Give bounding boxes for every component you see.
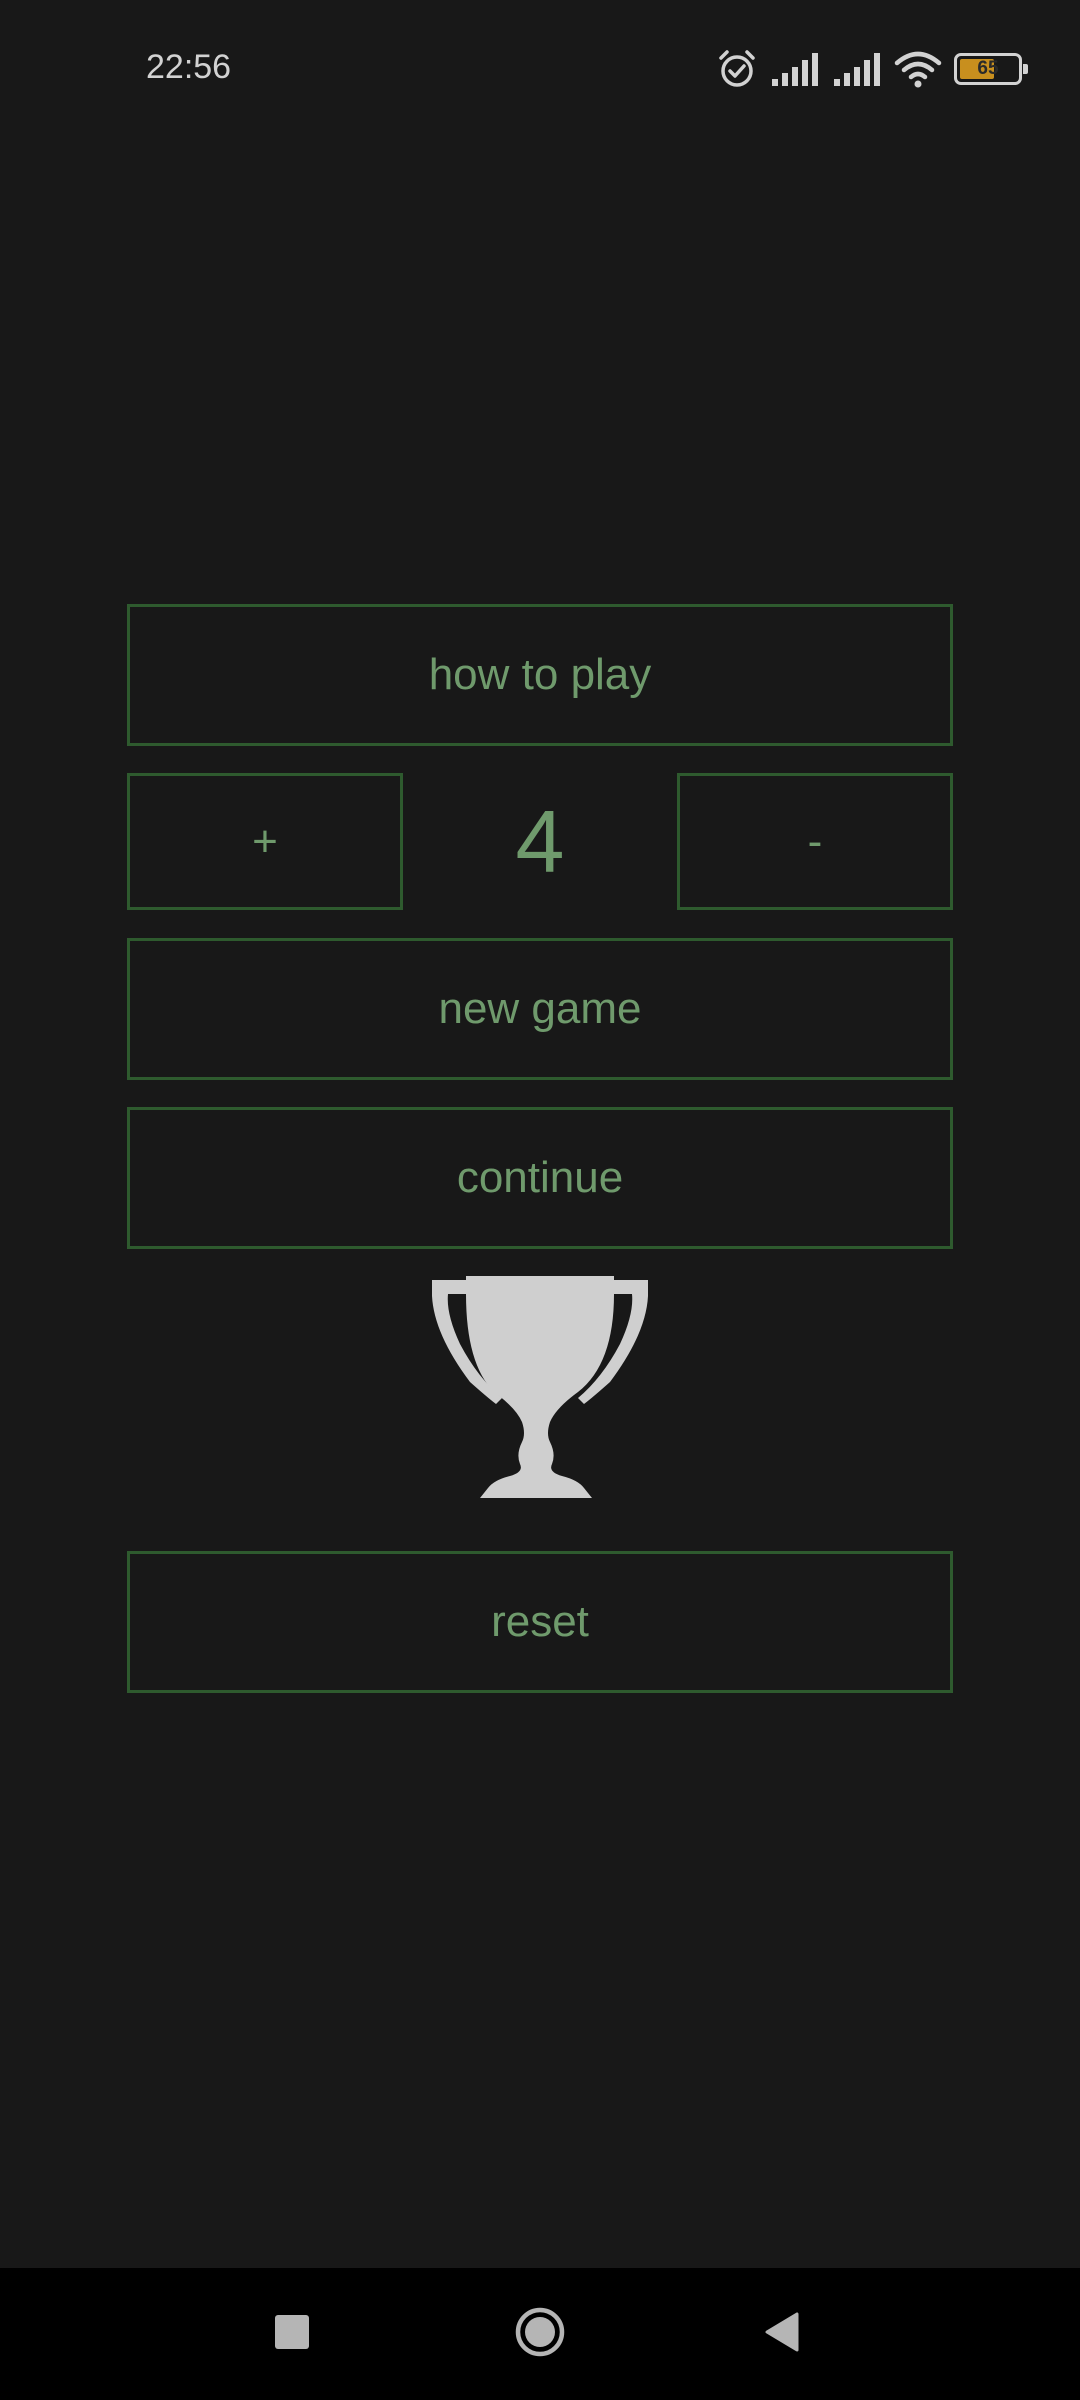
continue-button[interactable]: continue bbox=[127, 1107, 953, 1249]
square-icon bbox=[274, 2314, 310, 2355]
back-button[interactable] bbox=[722, 2268, 842, 2400]
status-icons: 65 bbox=[716, 44, 1028, 94]
wifi-icon bbox=[894, 49, 942, 89]
count-display: 4 bbox=[515, 791, 565, 891]
circle-icon bbox=[514, 2306, 566, 2363]
battery-icon: 65 bbox=[954, 53, 1028, 85]
decrement-button[interactable]: - bbox=[677, 773, 953, 910]
increment-button[interactable]: + bbox=[127, 773, 403, 910]
how-to-play-button[interactable]: how to play bbox=[127, 604, 953, 746]
trophy-icon[interactable] bbox=[428, 1274, 652, 1498]
navigation-bar bbox=[0, 2268, 1080, 2400]
status-bar: 22:56 65 bbox=[0, 0, 1080, 140]
signal-icon bbox=[832, 51, 882, 87]
alarm-icon bbox=[716, 48, 758, 90]
signal-icon bbox=[770, 51, 820, 87]
reset-button[interactable]: reset bbox=[127, 1551, 953, 1693]
battery-level: 65 bbox=[977, 58, 999, 79]
status-time: 22:56 bbox=[146, 48, 232, 86]
game-menu-screen: 22:56 65 how to play + 4 - new game cont… bbox=[0, 0, 1080, 2400]
triangle-back-icon bbox=[763, 2311, 801, 2358]
new-game-button[interactable]: new game bbox=[127, 938, 953, 1080]
recents-button[interactable] bbox=[232, 2268, 352, 2400]
battery-nub bbox=[1023, 64, 1028, 74]
home-button[interactable] bbox=[480, 2268, 600, 2400]
